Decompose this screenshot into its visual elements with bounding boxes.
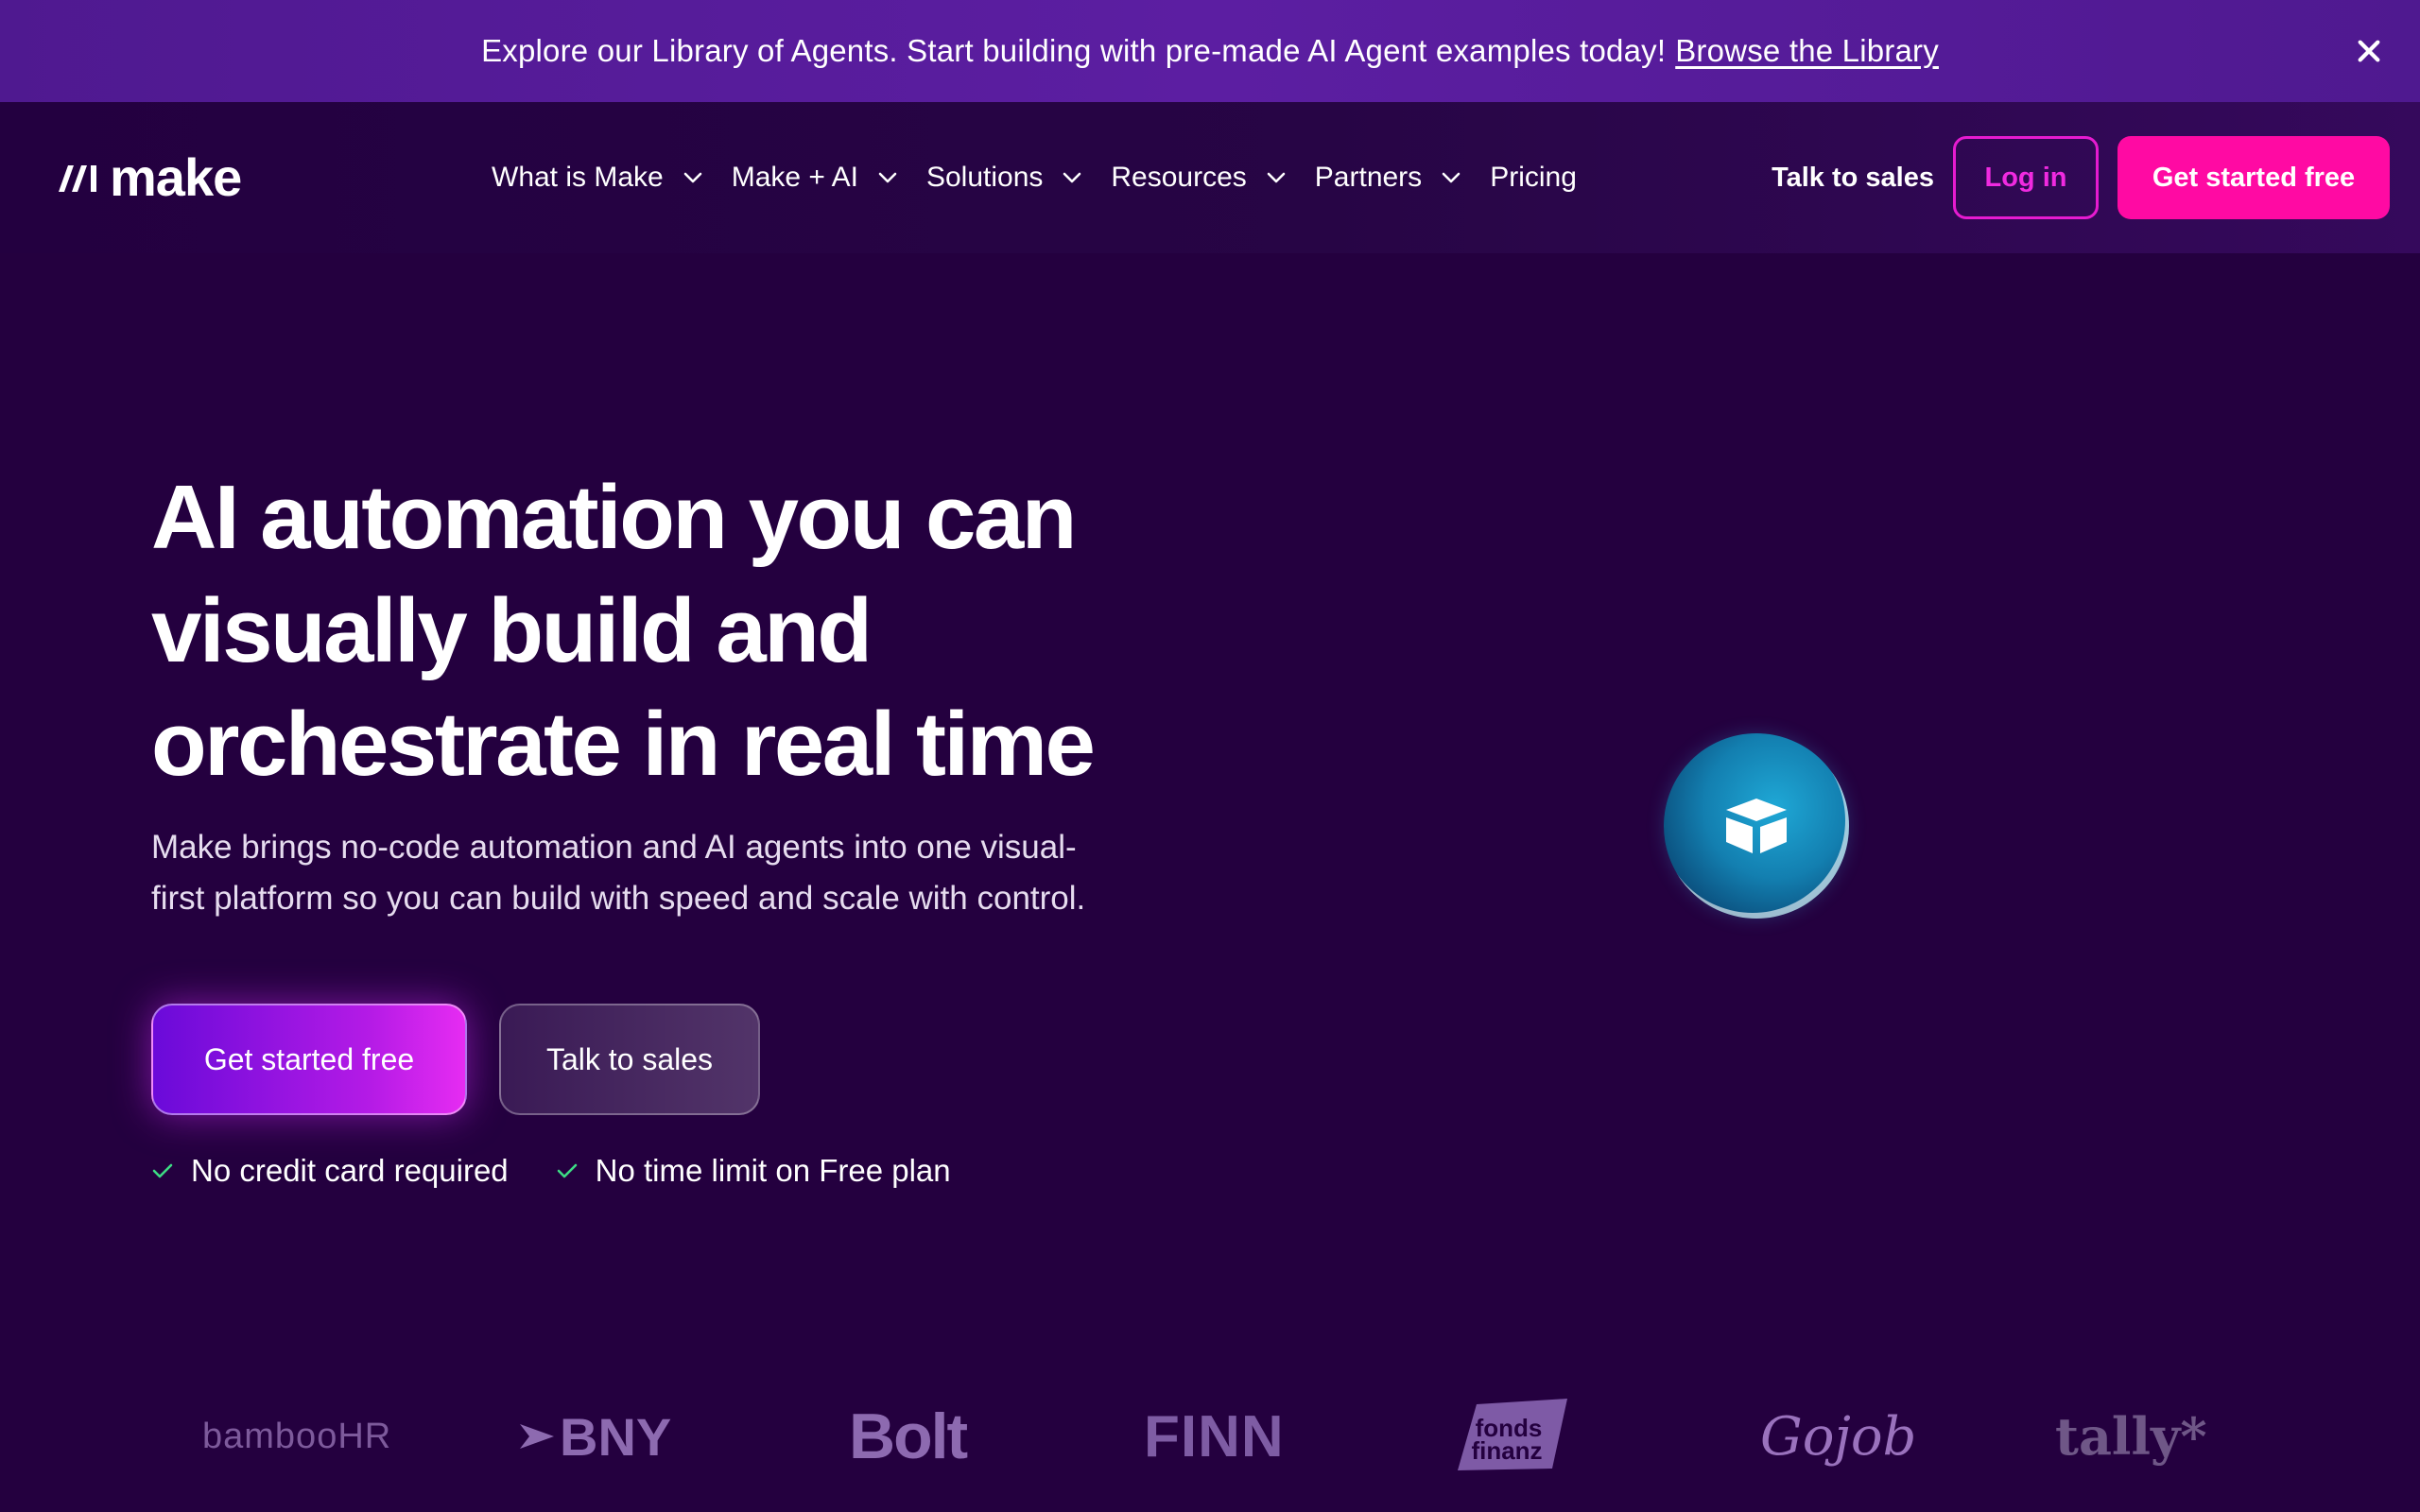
bny-arrow-icon: [520, 1424, 554, 1449]
checkmark-icon: [557, 1163, 577, 1178]
nav-item-solutions[interactable]: Solutions: [926, 162, 1082, 194]
hero-title-line: AI automation you can: [151, 467, 1077, 568]
bolt-logo-text: Bolt: [849, 1400, 968, 1472]
nav-item-partners[interactable]: Partners: [1315, 162, 1461, 194]
nav-item-label: Solutions: [925, 162, 1044, 193]
check-item-no-time-limit: No time limit on Free plan: [556, 1153, 951, 1189]
checkmark-icon: [152, 1163, 173, 1178]
talk-to-sales-link[interactable]: Talk to sales: [1772, 163, 1934, 194]
chevron-down-icon: [1267, 172, 1286, 183]
fondsfinanz-logo: fonds finanz: [1458, 1399, 1569, 1470]
hero-checks: No credit card required No time limit on…: [151, 1153, 998, 1189]
nav-item-make-ai[interactable]: Make + AI: [732, 162, 898, 194]
fondsfinanz-badge-icon: fonds finanz: [1458, 1399, 1567, 1470]
check-item-label: No time limit on Free plan: [595, 1153, 951, 1188]
tally-logo: tally*: [2055, 1389, 2207, 1484]
close-icon: [2358, 40, 2380, 62]
customer-logos: bambooHR BNY Bolt FINN fonds finanz Gojo…: [0, 1389, 2420, 1484]
announcement-banner: Explore our Library of Agents. Start bui…: [0, 0, 2420, 102]
finn-logo: FINN: [1144, 1389, 1285, 1484]
app-bubble: [1664, 733, 1849, 919]
talk-to-sales-button[interactable]: Talk to sales: [499, 1004, 760, 1115]
hero-subtitle-line: Make brings no-code automation and AI ag…: [151, 829, 1077, 866]
bamboohr-logo-text: bambooHR: [202, 1416, 392, 1456]
check-item-label: No credit card required: [191, 1153, 509, 1188]
gojob-logo-text: Gojob: [1760, 1405, 1917, 1468]
tally-logo-text: tally*: [2055, 1406, 2207, 1467]
chevron-down-icon: [683, 172, 702, 183]
fondsfinanz-line2: finanz: [1471, 1436, 1542, 1465]
hero-subtitle-line: first platform so you can build with spe…: [151, 880, 1086, 917]
bamboohr-logo: bambooHR: [202, 1389, 391, 1484]
hero-cta-row: Get started free Talk to sales: [151, 1004, 760, 1115]
make-logo-text: make: [110, 147, 242, 207]
main-nav: make What is Make Make + AI Solutions Re…: [0, 102, 2420, 253]
bny-logo-text: BNY: [560, 1406, 672, 1467]
nav-item-label: Partners: [1314, 162, 1423, 193]
check-item-no-credit-card: No credit card required: [151, 1153, 509, 1189]
browse-library-link[interactable]: Browse the Library: [1675, 33, 1939, 69]
hero-title-line: orchestrate in real time: [151, 694, 1096, 795]
hero-subtitle: Make brings no-code automation and AI ag…: [151, 822, 1219, 924]
banner-message: Explore our Library of Agents. Start bui…: [481, 33, 1667, 68]
bolt-logo: Bolt: [849, 1389, 968, 1484]
page: Explore our Library of Agents. Start bui…: [0, 0, 2420, 1512]
nav-item-label: Make + AI: [731, 162, 858, 193]
gojob-logo: Gojob: [1760, 1389, 1916, 1484]
nav-item-label: What is Make: [492, 162, 664, 193]
make-logo[interactable]: make: [57, 147, 242, 207]
hero-title: AI automation you can visually build and…: [151, 461, 1286, 801]
nav-item-label: Pricing: [1490, 162, 1577, 193]
nav-item-pricing[interactable]: Pricing: [1490, 162, 1577, 194]
bny-logo: BNY: [518, 1389, 671, 1484]
get-started-nav-button[interactable]: Get started free: [2118, 136, 2390, 219]
hero-title-line: visually build and: [151, 580, 873, 681]
airtable-icon: [1726, 799, 1787, 853]
nav-item-what-is-make[interactable]: What is Make: [492, 162, 703, 194]
chevron-down-icon: [1063, 172, 1081, 183]
get-started-free-button[interactable]: Get started free: [151, 1004, 467, 1115]
login-button[interactable]: Log in: [1953, 136, 2099, 219]
nav-item-resources[interactable]: Resources: [1111, 162, 1286, 194]
nav-item-label: Resources: [1111, 162, 1247, 193]
banner-close-button[interactable]: [2350, 32, 2388, 70]
nav-menu: What is Make Make + AI Solutions Resourc…: [492, 157, 1605, 198]
make-logo-icon: [59, 165, 96, 192]
nav-actions: Talk to sales Log in Get started free: [1772, 136, 2390, 219]
chevron-down-icon: [1442, 172, 1461, 183]
chevron-down-icon: [878, 172, 897, 183]
finn-logo-text: FINN: [1144, 1403, 1285, 1469]
